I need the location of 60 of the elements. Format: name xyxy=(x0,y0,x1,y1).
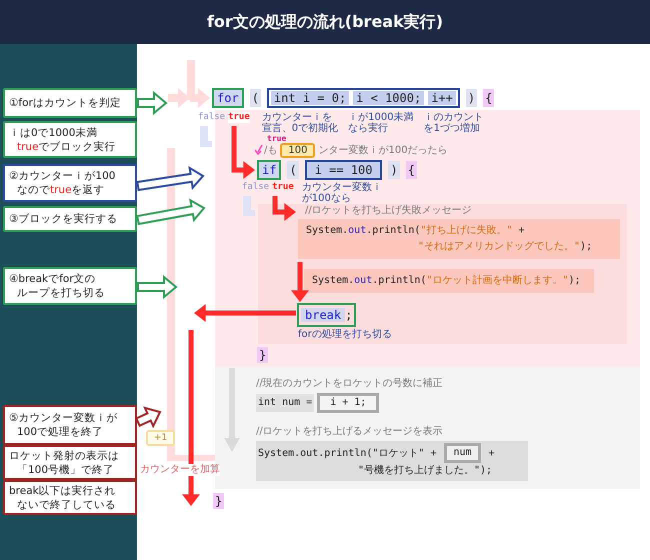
callout-arrow xyxy=(135,406,162,428)
brace-text: } xyxy=(257,347,268,363)
callout-box: ②カウンターｉが100 なのでtrueを返す xyxy=(3,164,137,202)
comment-text: //ロケットを打ち上げるメッセージを表示 xyxy=(256,425,444,439)
for-header: int i = 0; i < 1000; i++ xyxy=(266,88,460,108)
annotation-text: ｉのカウント を1づつ増加 xyxy=(424,112,484,134)
faded-arrow-head xyxy=(224,438,240,452)
faded-arrow xyxy=(190,88,210,108)
for-keyword: for xyxy=(212,88,244,108)
annotation-text: forの処理を打ち切る xyxy=(298,329,393,340)
code-statement: System.out.println("ロケット計画を中断します。"); xyxy=(304,269,594,293)
callout-box: ③ブロックを実行する xyxy=(3,206,137,232)
comment-text: /も xyxy=(264,144,278,158)
code-text: "号機を打ち上げました。"); xyxy=(357,464,494,478)
flow-arrow xyxy=(232,126,255,179)
break-statement: break ; xyxy=(297,303,356,327)
comment-text: ンター変数ｉが100だったら xyxy=(318,144,448,158)
callout-arrow xyxy=(137,274,178,300)
faded-false-arrow xyxy=(243,196,255,216)
variable-box: num xyxy=(444,443,481,463)
branch-label: false xyxy=(242,182,270,193)
expression-box: i + 1; xyxy=(317,393,380,413)
callout-box: ⑤カウンター変数ｉが 100で処理を終了 xyxy=(3,405,137,445)
brace-text: { xyxy=(406,161,417,179)
paren-text: ) xyxy=(466,89,478,107)
callout-box: ｉは0で1000未満 trueでブロック実行 xyxy=(3,121,137,158)
callout-box: break以下は実行され ないで終了している xyxy=(3,480,137,515)
increment-bubble: +1 xyxy=(146,430,176,446)
code-text: System.out.println("ロケット" + xyxy=(258,446,436,460)
branch-label: false xyxy=(198,112,226,123)
callout-arrow xyxy=(136,198,206,226)
callout-box: ロケット発射の表示は 「100号機」で終了 xyxy=(3,445,137,480)
paren-text: ( xyxy=(287,161,299,179)
annotation-text: カウンターｉを 宣言、0で初期化 xyxy=(262,112,338,134)
code-text: + xyxy=(488,446,495,460)
if-keyword: if xyxy=(257,160,282,180)
flow-arrow xyxy=(291,262,309,302)
value-bubble: 100 xyxy=(280,142,316,158)
comment-text: //現在のカウントをロケットの号数に補正 xyxy=(256,377,444,391)
comment-text: //ロケットを打ち上げ失敗メッセージ xyxy=(305,204,473,218)
page-title: for文の処理の流れ(break実行) xyxy=(206,11,444,33)
branch-label: true xyxy=(228,112,250,123)
faded-arrow xyxy=(168,88,190,108)
code-text: int num = xyxy=(256,394,314,412)
true-tag: true xyxy=(267,134,286,143)
callout-arrow xyxy=(137,90,168,116)
flow-arrow xyxy=(272,196,296,221)
brace-text: } xyxy=(213,493,224,509)
callout-box: ④breakでfor文の ループを打ち切る xyxy=(3,267,137,305)
annotation-text: カウンター変数ｉ が100なら xyxy=(302,182,382,204)
annotation-text: ｉが1000未満 なら実行 xyxy=(348,112,414,134)
faded-false-arrow xyxy=(200,126,212,147)
paren-text: ( xyxy=(250,89,261,107)
paren-text: ) xyxy=(388,161,400,179)
callout-arrow xyxy=(136,166,205,192)
brace-text: { xyxy=(483,89,494,107)
increment-label: カウンターを加算 xyxy=(140,464,220,476)
callout-box: ①forはカウントを判定 xyxy=(3,88,137,118)
code-statement: System.out.println("打ち上げに失敗。" + "それはアメリカンドッグでした。"); xyxy=(298,219,620,259)
if-condition: i == 100 xyxy=(304,160,382,180)
